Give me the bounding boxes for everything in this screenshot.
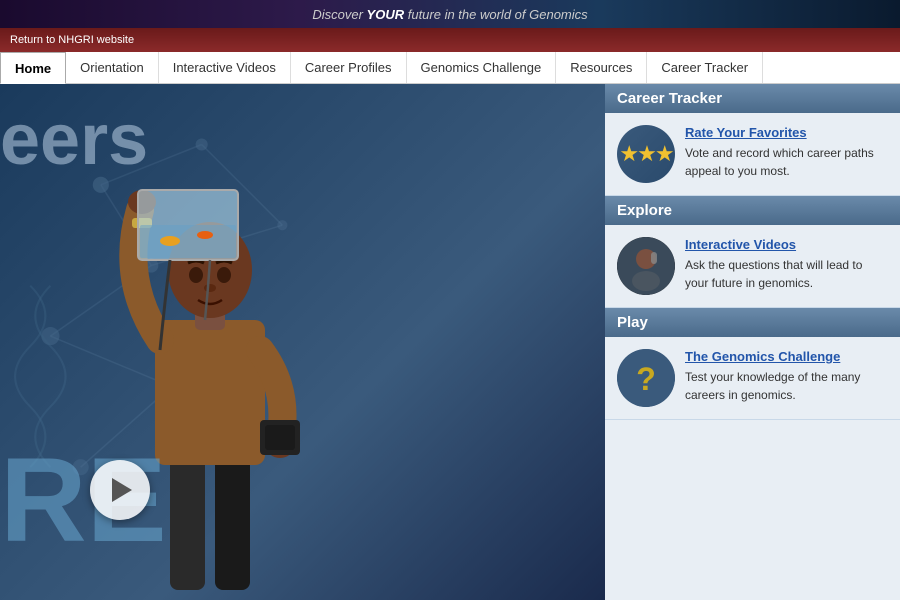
explore-header: Explore <box>605 196 900 225</box>
play-button[interactable] <box>90 460 150 520</box>
video-thumbnail-icon <box>617 237 675 295</box>
rate-favorites-desc: Vote and record which career paths appea… <box>685 146 874 178</box>
rate-favorites-link[interactable]: Rate Your Favorites <box>685 125 888 140</box>
right-sidebar: Career Tracker ★★★ Rate Your Favorites V… <box>605 84 900 600</box>
rate-favorites-content: Rate Your Favorites Vote and record whic… <box>685 125 888 180</box>
top-banner: Discover YOUR future in the world of Gen… <box>0 0 900 28</box>
genomics-challenge-desc: Test your knowledge of the many careers … <box>685 370 860 402</box>
nav-item-interactive-videos[interactable]: Interactive Videos <box>159 52 291 83</box>
return-bar: Return to NHGRI website <box>0 28 900 52</box>
navigation: Home Orientation Interactive Videos Care… <box>0 52 900 84</box>
nav-item-home[interactable]: Home <box>0 52 66 84</box>
rate-favorites-card: ★★★ Rate Your Favorites Vote and record … <box>605 113 900 196</box>
svg-text:?: ? <box>636 361 656 397</box>
banner-text: Discover YOUR future in the world of Gen… <box>312 7 587 22</box>
stars-icon: ★★★ <box>617 125 675 183</box>
interactive-videos-desc: Ask the questions that will lead to your… <box>685 258 862 290</box>
genomics-challenge-content: The Genomics Challenge Test your knowled… <box>685 349 888 404</box>
main-content: eers <box>0 84 900 600</box>
career-tracker-header: Career Tracker <box>605 84 900 113</box>
nav-item-career-profiles[interactable]: Career Profiles <box>291 52 407 83</box>
interactive-videos-card: Interactive Videos Ask the questions tha… <box>605 225 900 308</box>
genomics-challenge-link[interactable]: The Genomics Challenge <box>685 349 888 364</box>
interactive-videos-link[interactable]: Interactive Videos <box>685 237 888 252</box>
question-mark-icon: ? <box>617 349 675 407</box>
genomics-challenge-card: ? The Genomics Challenge Test your knowl… <box>605 337 900 420</box>
hero-area: eers <box>0 84 605 600</box>
interactive-videos-content: Interactive Videos Ask the questions tha… <box>685 237 888 292</box>
nav-item-resources[interactable]: Resources <box>556 52 647 83</box>
return-link[interactable]: Return to NHGRI website <box>10 34 134 46</box>
nav-item-genomics-challenge[interactable]: Genomics Challenge <box>407 52 557 83</box>
nav-item-career-tracker[interactable]: Career Tracker <box>647 52 763 83</box>
person-figure <box>60 130 360 600</box>
nav-item-orientation[interactable]: Orientation <box>66 52 159 83</box>
play-header: Play <box>605 308 900 337</box>
